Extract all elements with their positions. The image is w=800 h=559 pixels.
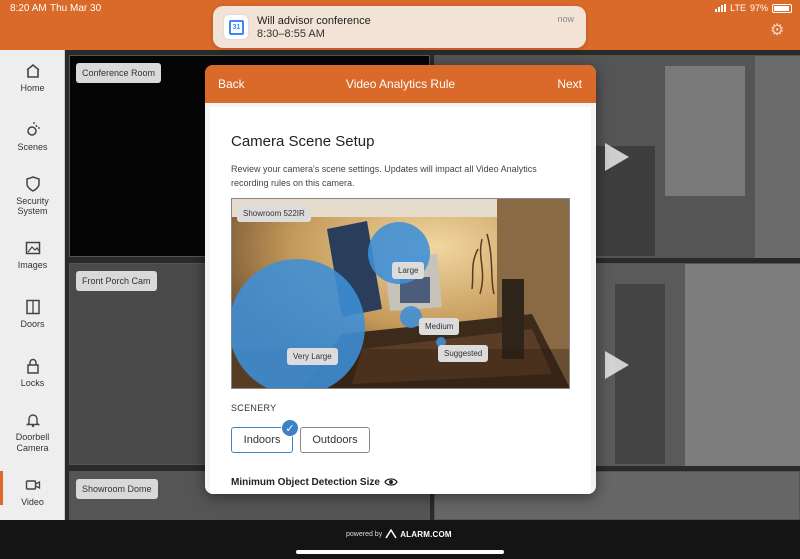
status-indicators: LTE 97%	[715, 3, 792, 13]
outdoors-option[interactable]: Outdoors	[300, 427, 370, 453]
sidebar-item-doors[interactable]: Doors	[0, 299, 65, 329]
signal-icon	[715, 4, 727, 12]
notification-subtitle: 8:30–8:55 AM	[257, 28, 325, 40]
battery-percent: 97%	[749, 3, 768, 13]
scene-setup-card: Camera Scene Setup Review your camera's …	[210, 107, 591, 494]
next-button[interactable]: Next	[557, 77, 582, 91]
shield-icon	[25, 176, 41, 192]
min-object-size-label: Minimum Object Detection Size	[231, 477, 380, 488]
sidebar-item-security-system[interactable]: Security System	[0, 176, 65, 216]
alarm-logo-icon	[385, 529, 397, 539]
play-icon[interactable]	[605, 143, 629, 171]
sidebar-item-images[interactable]: Images	[0, 240, 65, 270]
powered-by: powered by ALARM.COM	[346, 529, 452, 539]
eye-icon[interactable]	[384, 475, 398, 489]
sidebar-item-locks[interactable]: Locks	[0, 358, 65, 388]
play-icon[interactable]	[605, 351, 629, 379]
modal-header: Video Analytics Rule Back Next	[205, 65, 596, 103]
notification-time: now	[557, 14, 574, 24]
size-label-large: Large	[392, 262, 425, 279]
home-icon	[25, 63, 41, 79]
brand-name: ALARM.COM	[400, 529, 452, 539]
home-indicator[interactable]	[296, 550, 504, 554]
sidebar: Home Scenes Security System Images Doors…	[0, 50, 65, 520]
sidebar-item-scenes[interactable]: Scenes	[0, 122, 65, 152]
scenery-heading: SCENERY	[231, 403, 277, 413]
image-icon	[25, 240, 41, 256]
sidebar-item-video[interactable]: Video	[0, 471, 65, 507]
video-icon	[25, 477, 41, 493]
page-title: Camera Scene Setup	[231, 133, 375, 150]
camera-label: Conference Room	[76, 63, 162, 83]
video-analytics-modal: Video Analytics Rule Back Next Camera Sc…	[205, 65, 596, 494]
footer: powered by ALARM.COM	[0, 520, 800, 559]
status-date: Thu Mar 30	[50, 3, 102, 14]
modal-title: Video Analytics Rule	[345, 77, 456, 91]
size-label-very-large: Very Large	[287, 348, 338, 365]
camera-label: Front Porch Cam	[76, 271, 157, 291]
scene-image	[232, 199, 569, 388]
back-button[interactable]: Back	[218, 77, 245, 91]
carrier-label: LTE	[730, 3, 746, 13]
status-time: 8:20 AM	[10, 3, 47, 14]
lock-icon	[25, 358, 41, 374]
camera-scene-preview: Showroom 522IR Large Medium Suggested Ve…	[231, 198, 570, 389]
size-label-medium: Medium	[419, 318, 460, 335]
checkmark-icon: ✓	[281, 419, 299, 437]
notification-title: Will advisor conference	[257, 15, 371, 27]
bell-icon	[25, 412, 41, 428]
battery-icon	[772, 3, 792, 13]
camera-name-label: Showroom 522IR	[237, 205, 311, 222]
gear-icon[interactable]: ⚙	[770, 23, 786, 39]
calendar-app-icon: 31	[223, 14, 249, 40]
sidebar-item-doorbell-camera[interactable]: Doorbell Camera	[0, 412, 65, 454]
door-icon	[25, 299, 41, 315]
scenes-icon	[25, 122, 41, 138]
sidebar-item-home[interactable]: Home	[0, 63, 65, 93]
camera-label: Showroom Dome	[76, 479, 158, 499]
calendar-notification[interactable]: 31 Will advisor conference 8:30–8:55 AM …	[213, 6, 586, 48]
size-label-suggested: Suggested	[438, 345, 489, 362]
scene-description: Review your camera's scene settings. Upd…	[231, 164, 537, 188]
